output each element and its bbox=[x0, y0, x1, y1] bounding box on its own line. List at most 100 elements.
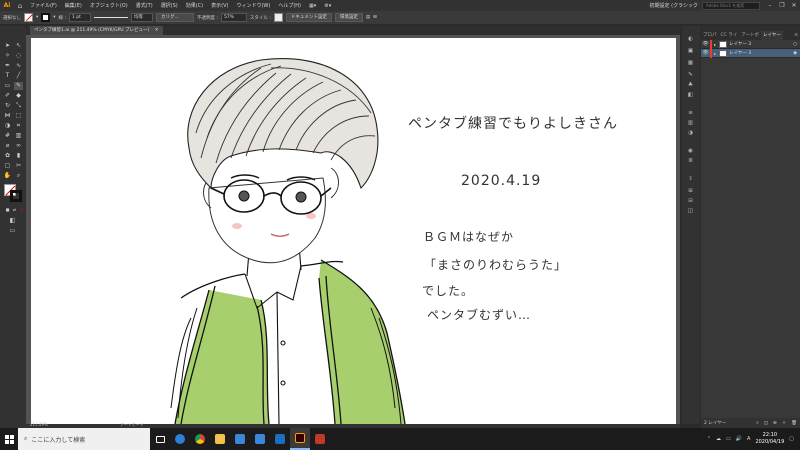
layer-name[interactable]: レイヤー 3 bbox=[729, 41, 793, 47]
direct-selection-tool-icon[interactable]: ↖ bbox=[14, 42, 23, 50]
eyedropper-tool-icon[interactable]: ⌀ bbox=[3, 142, 12, 150]
perspective-grid-tool-icon[interactable]: ⌗ bbox=[14, 122, 23, 130]
mail-icon[interactable] bbox=[230, 428, 250, 450]
delete-layer-icon[interactable]: 🗑 bbox=[791, 421, 800, 426]
stroke-color-swatch[interactable] bbox=[10, 190, 22, 202]
document-tab[interactable]: ペンタブ練習1.ai @ 211.49% (CMYK/GPU プレビュー) ✕ bbox=[30, 26, 163, 35]
rotate-tool-icon[interactable]: ↻ bbox=[3, 102, 12, 110]
free-transform-tool-icon[interactable]: ⬚ bbox=[14, 112, 23, 120]
layer-row[interactable]: 👁 ▸ レイヤー 3 ◉ bbox=[701, 48, 800, 58]
mesh-tool-icon[interactable]: # bbox=[3, 132, 12, 140]
chrome-icon[interactable] bbox=[190, 428, 210, 450]
close-icon[interactable]: ✕ bbox=[788, 2, 800, 9]
locate-object-icon[interactable]: ⌕ bbox=[756, 420, 759, 426]
stroke-label[interactable]: 線 : bbox=[59, 15, 66, 21]
transform-icon[interactable]: ⊞ bbox=[373, 15, 377, 20]
preferences-button[interactable]: 環境設定 bbox=[334, 13, 363, 22]
width-tool-icon[interactable]: ⋈ bbox=[3, 112, 12, 120]
opacity-label[interactable]: 不透明度 : bbox=[197, 15, 218, 21]
brushes-icon[interactable]: ✎ bbox=[686, 72, 695, 79]
draw-mode-icon[interactable]: ◧ bbox=[8, 217, 17, 225]
minimize-icon[interactable]: – bbox=[764, 2, 776, 9]
file-explorer-icon[interactable] bbox=[210, 428, 230, 450]
zoom-level[interactable]: 211.49% bbox=[30, 422, 48, 427]
brush-dropdown[interactable]: カリグ... bbox=[155, 13, 194, 22]
menu-effect[interactable]: 効果(C) bbox=[182, 2, 207, 9]
tab-artboards[interactable]: アートボ bbox=[739, 31, 761, 40]
hand-tool-icon[interactable]: ✋ bbox=[3, 172, 12, 180]
column-graph-tool-icon[interactable]: ▮ bbox=[14, 152, 23, 160]
lasso-tool-icon[interactable]: ◌ bbox=[14, 52, 23, 60]
graphic-style-swatch[interactable] bbox=[273, 13, 283, 22]
none-color-icon[interactable]: ⊘ bbox=[17, 206, 26, 214]
color-guide-icon[interactable]: ▣ bbox=[686, 48, 695, 55]
eraser-tool-icon[interactable]: ◆ bbox=[14, 92, 23, 100]
taskbar-search-input[interactable]: ⌕ ここに入力して検索 bbox=[18, 428, 150, 450]
transform-panel-icon[interactable]: ⊞ bbox=[686, 188, 695, 195]
menu-view[interactable]: 表示(V) bbox=[207, 2, 232, 9]
pen-tool-icon[interactable]: ✒ bbox=[3, 62, 12, 70]
new-layer-icon[interactable]: ＋ bbox=[782, 420, 787, 426]
stroke-swatch[interactable] bbox=[41, 13, 51, 22]
stock-search-input[interactable]: Adobe Stock を検索 bbox=[702, 1, 760, 10]
menu-edit[interactable]: 編集(E) bbox=[61, 2, 86, 9]
transparency-icon[interactable]: ◑ bbox=[686, 130, 695, 137]
visibility-eye-icon[interactable]: 👁 bbox=[701, 41, 710, 47]
clip-mask-icon[interactable]: ◫ bbox=[764, 421, 768, 426]
zoom-tool-icon[interactable]: ⌕ bbox=[14, 172, 23, 180]
menu-object[interactable]: オブジェクト(O) bbox=[86, 2, 132, 9]
align-panel-icon[interactable]: ⊟ bbox=[686, 198, 695, 205]
show-hidden-icons-icon[interactable]: ⌃ bbox=[707, 436, 711, 442]
variable-width-profile[interactable] bbox=[93, 17, 128, 18]
layer-row[interactable]: 👁 ▸ レイヤー 3 ○ bbox=[701, 39, 800, 49]
color-panel-icon[interactable]: ◐ bbox=[686, 36, 695, 43]
menu-select[interactable]: 選択(S) bbox=[157, 2, 182, 9]
menu-window[interactable]: ウィンドウ(W) bbox=[232, 2, 274, 9]
edge-icon[interactable] bbox=[170, 428, 190, 450]
expand-arrow-icon[interactable]: ▸ bbox=[714, 51, 716, 56]
media-player-icon[interactable] bbox=[310, 428, 330, 450]
paintbrush-tool-icon[interactable]: ✎ bbox=[14, 82, 23, 90]
outlook-icon[interactable] bbox=[270, 428, 290, 450]
blend-tool-icon[interactable]: ∞ bbox=[14, 142, 23, 150]
gpu-performance-icon[interactable]: ⚙▾ bbox=[320, 3, 335, 9]
stroke-style-dropdown[interactable]: 均等 bbox=[130, 13, 153, 22]
network-icon[interactable]: ▭ bbox=[726, 436, 731, 442]
line-tool-icon[interactable]: ╱ bbox=[14, 72, 23, 80]
gradient-tool-icon[interactable]: ▥ bbox=[14, 132, 23, 140]
close-icon[interactable]: ✕ bbox=[155, 28, 159, 33]
symbol-sprayer-tool-icon[interactable]: ✿ bbox=[3, 152, 12, 160]
chevron-down-icon[interactable]: ▾ bbox=[36, 15, 38, 20]
selection-tool-icon[interactable]: ➤ bbox=[3, 42, 12, 50]
menu-file[interactable]: ファイル(F) bbox=[26, 2, 61, 9]
asset-export-icon[interactable]: ⇪ bbox=[686, 176, 695, 183]
tab-layers[interactable]: レイヤー bbox=[760, 31, 783, 40]
visibility-eye-icon[interactable]: 👁 bbox=[701, 50, 710, 56]
stroke-panel-icon[interactable]: ≡ bbox=[686, 110, 695, 117]
taskbar-clock[interactable]: 22:10 2020/04/19 bbox=[755, 432, 784, 446]
slice-tool-icon[interactable]: ✂ bbox=[14, 162, 23, 170]
fill-swatch[interactable] bbox=[24, 13, 33, 22]
symbols-icon[interactable]: ♣ bbox=[686, 82, 695, 89]
swatches-icon[interactable]: ▦ bbox=[686, 60, 695, 67]
shape-builder-tool-icon[interactable]: ◑ bbox=[3, 122, 12, 130]
layers-icon[interactable]: ≣ bbox=[686, 158, 695, 165]
onedrive-icon[interactable]: ☁ bbox=[716, 436, 721, 442]
scale-tool-icon[interactable]: ⤡ bbox=[14, 102, 23, 110]
pathfinder-icon[interactable]: ◫ bbox=[686, 208, 695, 215]
target-icon[interactable]: ◉ bbox=[793, 51, 800, 56]
home-icon[interactable]: ⌂ bbox=[14, 2, 26, 10]
screen-mode-icon[interactable]: ▭ bbox=[8, 227, 17, 235]
graphic-styles-icon[interactable]: ◧ bbox=[686, 92, 695, 99]
workspace-switcher[interactable]: 初期設定 (クラシック bbox=[646, 2, 702, 9]
illustrator-taskbar-icon[interactable] bbox=[290, 428, 310, 450]
appearance-icon[interactable]: ◉ bbox=[686, 148, 695, 155]
opacity-field[interactable]: 57% bbox=[220, 13, 247, 22]
menu-type[interactable]: 書式(T) bbox=[132, 2, 157, 9]
notification-icon[interactable]: ▢ bbox=[789, 436, 794, 442]
store-icon[interactable] bbox=[250, 428, 270, 450]
stroke-weight-field[interactable]: 1 pt bbox=[68, 13, 91, 22]
align-icon[interactable]: ▤ bbox=[366, 15, 370, 20]
tab-cc-libraries[interactable]: CC ライ bbox=[719, 31, 740, 40]
chevron-down-icon[interactable]: ▾ bbox=[53, 15, 55, 20]
